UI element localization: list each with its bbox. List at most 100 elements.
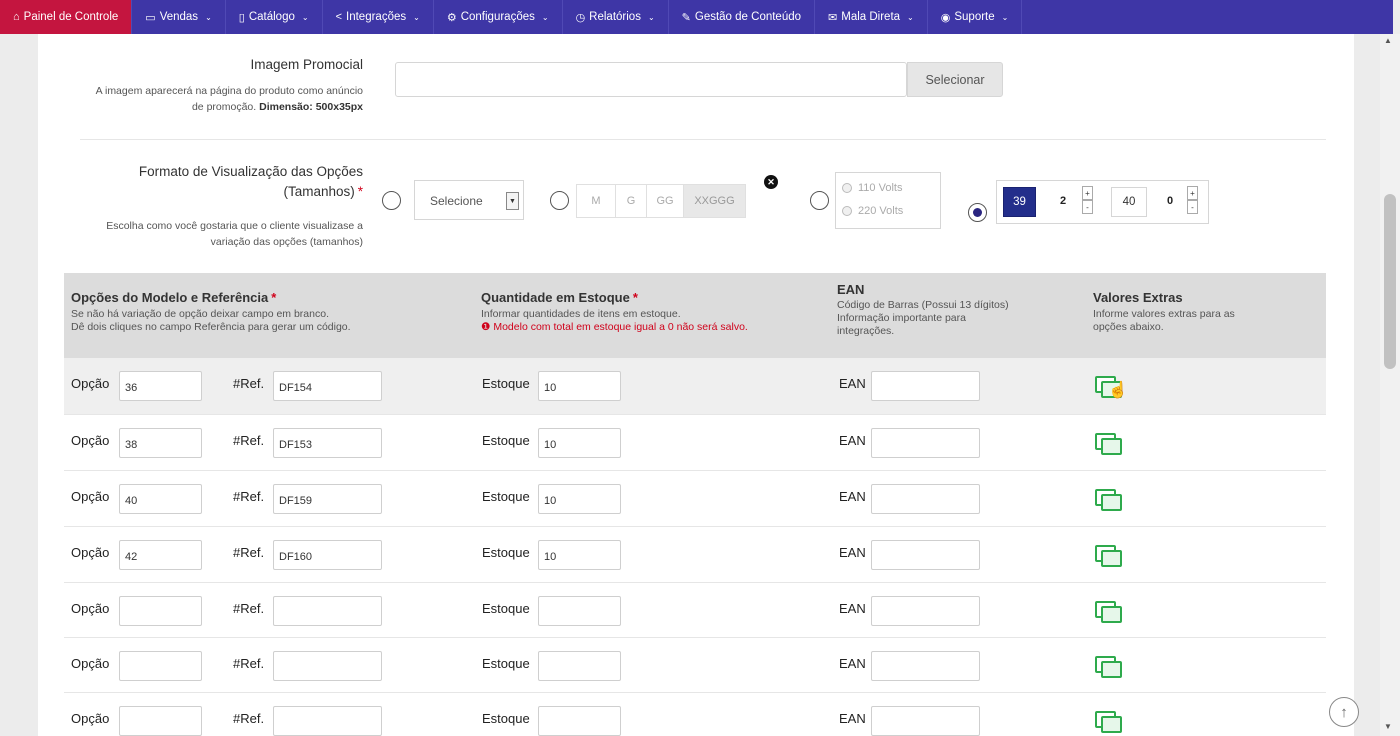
size-button-xxggg[interactable]: XXGGG <box>683 184 746 218</box>
size-button-g[interactable]: G <box>615 184 647 218</box>
nav-item-share[interactable]: < Integrações ⌄ <box>323 0 434 34</box>
option-input[interactable]: 36 <box>119 371 202 401</box>
format-radio-volts[interactable] <box>810 191 829 210</box>
stock-input[interactable]: 10 <box>538 540 621 570</box>
scroll-up-icon[interactable]: ▲ <box>1384 36 1392 45</box>
ean-label: EAN <box>839 601 866 616</box>
option-input[interactable] <box>119 651 202 681</box>
scrollbar[interactable]: ▲ ▼ <box>1380 34 1400 736</box>
table-row: Opção #Ref. Estoque EAN <box>64 637 1326 693</box>
chevron-down-icon: ⌄ <box>205 12 212 22</box>
option-input[interactable] <box>119 596 202 626</box>
table-row: Opção #Ref. Estoque EAN <box>64 582 1326 638</box>
scrollbar-thumb[interactable] <box>1384 194 1396 369</box>
stock-input[interactable] <box>538 596 621 626</box>
ref-input[interactable]: DF160 <box>273 540 382 570</box>
stock-input[interactable] <box>538 706 621 736</box>
option-label: Opção <box>71 601 110 616</box>
back-to-top-button[interactable]: ↑ <box>1329 697 1359 727</box>
ref-input[interactable] <box>273 596 382 626</box>
format-radio-select[interactable] <box>382 191 401 210</box>
edit-icon: ✎ <box>681 11 691 24</box>
extra-values-icon[interactable] <box>1095 656 1122 678</box>
ean-input[interactable] <box>871 596 980 626</box>
promo-image-input[interactable] <box>395 62 907 97</box>
header-models-desc2: Dê dois cliques no campo Referência para… <box>71 321 351 333</box>
option-input[interactable]: 42 <box>119 540 202 570</box>
nav-item-label: Vendas <box>159 11 199 23</box>
ean-input[interactable] <box>871 371 980 401</box>
ref-label: #Ref. <box>233 711 265 726</box>
plus-icon[interactable]: + <box>1187 186 1198 200</box>
scroll-down-icon[interactable]: ▼ <box>1384 722 1392 731</box>
extra-values-icon[interactable] <box>1095 601 1122 623</box>
select-image-button[interactable]: Selecionar <box>907 62 1003 97</box>
ean-label: EAN <box>839 545 866 560</box>
close-icon[interactable]: ✕ <box>764 175 778 189</box>
ean-input[interactable] <box>871 706 980 736</box>
divider <box>80 139 1326 140</box>
folder-icon: ▭ <box>145 11 156 24</box>
plus-icon[interactable]: + <box>1082 186 1093 200</box>
nav-item-history[interactable]: ◷ Relatórios ⌄ <box>563 0 669 34</box>
gear-icon: ⚙ <box>446 11 457 24</box>
stock-input[interactable]: 10 <box>538 484 621 514</box>
ean-input[interactable] <box>871 428 980 458</box>
ref-input[interactable]: DF153 <box>273 428 382 458</box>
option-label: Opção <box>71 711 110 726</box>
nav-item-home[interactable]: ⌂ Painel de Controle <box>0 0 133 34</box>
extra-values-icon[interactable] <box>1095 489 1122 511</box>
promo-desc-dimension: Dimensão: 500x35px <box>259 101 363 113</box>
stock-input[interactable]: 10 <box>538 428 621 458</box>
ean-input[interactable] <box>871 540 980 570</box>
extra-values-icon[interactable] <box>1095 545 1122 567</box>
lifebuoy-icon: ◉ <box>940 11 951 24</box>
size-button-gg[interactable]: GG <box>646 184 684 218</box>
ref-input[interactable] <box>273 706 382 736</box>
ean-input[interactable] <box>871 651 980 681</box>
format-select-dropdown[interactable]: Selecione ▼ <box>414 180 524 220</box>
option-input[interactable]: 38 <box>119 428 202 458</box>
stepper-size-other[interactable]: 40 <box>1111 187 1147 217</box>
nav-item-gear[interactable]: ⚙ Configurações ⌄ <box>434 0 563 34</box>
table-row: Opção 40 #Ref. DF159 Estoque 10 EAN <box>64 470 1326 526</box>
ref-input[interactable]: DF154 <box>273 371 382 401</box>
header-models-desc1: Se não há variação de opção deixar campo… <box>71 308 329 320</box>
format-radio-stepper[interactable] <box>968 203 987 222</box>
extra-values-icon[interactable] <box>1095 711 1122 733</box>
share-icon: < <box>335 11 343 23</box>
header-extras-desc1: Informe valores extras para as <box>1093 308 1235 320</box>
chevron-down-icon: ⌄ <box>301 12 309 22</box>
radio-icon <box>842 183 852 193</box>
minus-icon[interactable]: - <box>1082 200 1093 214</box>
volts-preview: 110 Volts 220 Volts <box>835 172 941 229</box>
nav-item-label: Painel de Controle <box>23 11 119 23</box>
extra-values-icon[interactable] <box>1095 433 1122 455</box>
stock-input[interactable] <box>538 651 621 681</box>
book-icon: ▯ <box>238 11 245 24</box>
stock-label: Estoque <box>482 545 530 560</box>
nav-item-lifebuoy[interactable]: ◉ Suporte ⌄ <box>928 0 1023 34</box>
option-input[interactable]: 40 <box>119 484 202 514</box>
header-ean-desc2: Informação importante para <box>837 312 966 324</box>
top-navigation: ⌂ Painel de Controle ▭ Vendas ⌄ ▯ Catálogo ⌄ < In… <box>0 0 1393 34</box>
header-extras-desc2: opções abaixo. <box>1093 321 1164 333</box>
nav-item-folder[interactable]: ▭ Vendas ⌄ <box>132 0 226 34</box>
format-radio-buttons[interactable] <box>550 191 569 210</box>
volt-label-110: 110 Volts <box>858 182 903 194</box>
option-input[interactable] <box>119 706 202 736</box>
minus-icon[interactable]: - <box>1187 200 1198 214</box>
ref-label: #Ref. <box>233 376 265 391</box>
nav-item-edit[interactable]: ✎ Gestão de Conteúdo <box>669 0 816 34</box>
options-table-header: Opções do Modelo e Referência * Se não há… <box>64 273 1326 358</box>
ref-input[interactable]: DF159 <box>273 484 382 514</box>
nav-item-book[interactable]: ▯ Catálogo ⌄ <box>226 0 323 34</box>
stepper-size-selected[interactable]: 39 <box>1003 187 1036 217</box>
ean-input[interactable] <box>871 484 980 514</box>
nav-item-envelope[interactable]: ✉ Mala Direta ⌄ <box>815 0 928 34</box>
size-button-m[interactable]: M <box>576 184 616 218</box>
ref-input[interactable] <box>273 651 382 681</box>
stepper-qty-2: 0 <box>1167 195 1174 207</box>
ean-label: EAN <box>839 376 866 391</box>
stock-input[interactable]: 10 <box>538 371 621 401</box>
